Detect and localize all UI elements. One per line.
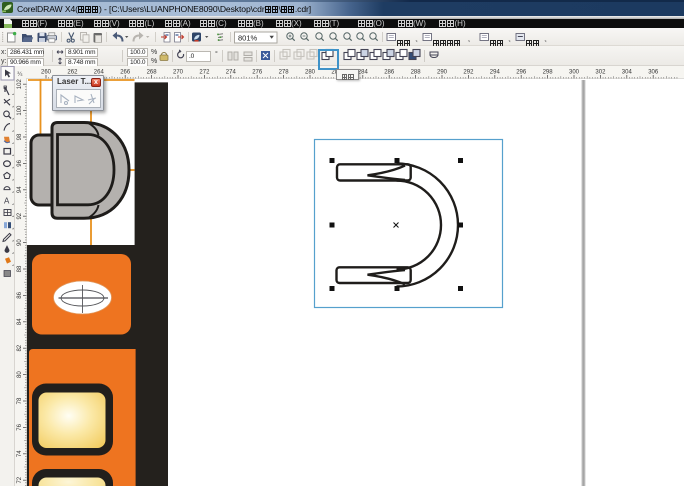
svg-text:268: 268 [147,70,158,76]
svg-text:84: 84 [17,318,23,325]
svg-text:296: 296 [516,70,527,76]
svg-text:A: A [4,196,10,205]
svg-text:274: 274 [226,70,237,76]
svg-text:72: 72 [17,476,23,483]
svg-text:290: 290 [437,70,448,76]
svg-text:288: 288 [411,70,422,76]
svg-text:298: 298 [543,70,554,76]
svg-text:82: 82 [17,344,23,351]
svg-text:278: 278 [279,70,290,76]
svg-text:306: 306 [648,70,659,76]
svg-text:100: 100 [17,105,23,116]
svg-text:286: 286 [384,70,395,76]
svg-text:¾: ¾ [17,71,23,78]
svg-text:96: 96 [17,159,23,166]
svg-text:280: 280 [305,70,316,76]
svg-text:304: 304 [622,70,633,76]
svg-text:78: 78 [17,397,23,404]
svg-text:74: 74 [17,450,23,457]
svg-text:272: 272 [199,70,210,76]
svg-text:98: 98 [17,133,23,140]
svg-text:292: 292 [463,70,474,76]
svg-text:276: 276 [252,70,263,76]
svg-text:88: 88 [17,265,23,272]
svg-text:80: 80 [17,371,23,378]
svg-text:294: 294 [490,70,501,76]
svg-text:90: 90 [17,239,23,246]
svg-text:284: 284 [358,70,369,76]
svg-text:801%: 801% [238,33,258,42]
svg-text:270: 270 [173,70,184,76]
svg-text:102: 102 [17,79,23,90]
svg-text:92: 92 [17,212,23,219]
svg-text:302: 302 [595,70,606,76]
svg-text:86: 86 [17,291,23,298]
svg-text:76: 76 [17,423,23,430]
svg-text:94: 94 [17,186,23,193]
svg-text:300: 300 [569,70,580,76]
svg-text:260: 260 [41,70,52,76]
svg-text:266: 266 [120,70,131,76]
